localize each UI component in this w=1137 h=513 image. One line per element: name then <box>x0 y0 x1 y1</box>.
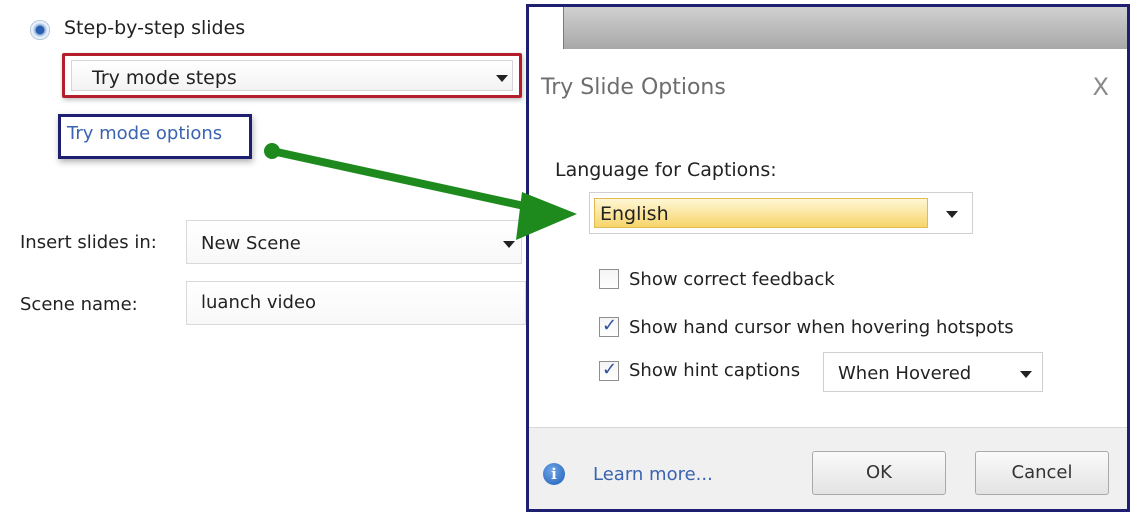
close-icon[interactable]: X <box>1093 73 1109 101</box>
dialog-top-left-strip <box>529 7 564 49</box>
chevron-down-icon[interactable] <box>946 211 958 218</box>
try-mode-options-highlight: Try mode options <box>58 114 252 159</box>
insert-slides-dropdown[interactable]: New Scene <box>186 220 522 264</box>
step-by-step-radio[interactable] <box>30 20 50 40</box>
insert-slides-label: Insert slides in: <box>20 232 157 253</box>
info-icon: i <box>543 463 565 485</box>
annotation-arrow-dot <box>264 143 280 159</box>
scene-name-input[interactable]: luanch video <box>186 281 526 325</box>
scene-name-value: luanch video <box>201 292 317 313</box>
chevron-down-icon[interactable] <box>503 241 515 248</box>
show-hint-captions-label: Show hint captions <box>629 360 801 381</box>
show-correct-feedback-label: Show correct feedback <box>629 269 835 290</box>
chevron-down-icon[interactable] <box>1020 371 1032 378</box>
learn-more-link[interactable]: Learn more... <box>593 464 713 485</box>
language-value: English <box>600 203 669 225</box>
try-mode-options-link[interactable]: Try mode options <box>67 123 222 144</box>
try-mode-dropdown-field[interactable]: Try mode steps <box>71 60 513 91</box>
step-by-step-label: Step-by-step slides <box>64 17 246 39</box>
try-mode-dropdown-value: Try mode steps <box>92 67 237 89</box>
dialog-top-bar <box>563 7 1127 49</box>
language-dropdown[interactable]: English <box>589 192 973 234</box>
dialog-footer: i Learn more... OK Cancel <box>529 427 1127 509</box>
show-hand-cursor-label: Show hand cursor when hovering hotspots <box>629 317 1014 338</box>
scene-name-label: Scene name: <box>20 294 138 315</box>
show-hint-captions-checkbox[interactable] <box>599 359 619 381</box>
chevron-down-icon[interactable] <box>496 75 508 82</box>
dialog-title: Try Slide Options <box>541 75 726 100</box>
hint-captions-dropdown[interactable]: When Hovered <box>823 352 1043 392</box>
annotation-arrow-shaft <box>271 147 539 213</box>
cancel-button[interactable]: Cancel <box>975 451 1109 495</box>
show-hand-cursor-checkbox[interactable] <box>599 315 619 337</box>
try-mode-dropdown[interactable]: Try mode steps <box>62 53 522 98</box>
ok-button[interactable]: OK <box>812 451 946 495</box>
insert-slides-value: New Scene <box>201 233 301 254</box>
hint-captions-value: When Hovered <box>838 363 972 384</box>
language-label: Language for Captions: <box>555 159 777 181</box>
try-slide-options-dialog: Try Slide Options X Language for Caption… <box>526 4 1130 512</box>
show-correct-feedback-checkbox[interactable] <box>599 269 619 289</box>
